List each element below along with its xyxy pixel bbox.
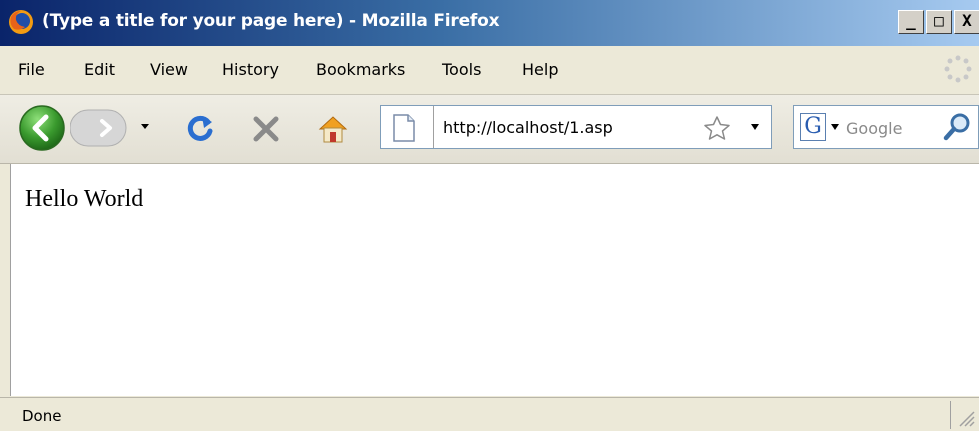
status-bar: Done bbox=[0, 397, 979, 431]
menu-edit[interactable]: Edit bbox=[84, 60, 115, 79]
history-dropdown-icon[interactable] bbox=[140, 121, 150, 131]
menu-file[interactable]: File bbox=[18, 60, 45, 79]
menu-help[interactable]: Help bbox=[522, 60, 558, 79]
search-input[interactable] bbox=[846, 118, 936, 138]
throbber-icon bbox=[944, 55, 972, 83]
menu-bar: File Edit View History Bookmarks Tools H… bbox=[0, 46, 979, 95]
back-button[interactable] bbox=[18, 104, 66, 152]
engine-dropdown-icon[interactable] bbox=[831, 124, 839, 130]
resize-grip-icon[interactable] bbox=[956, 406, 976, 428]
url-bar[interactable] bbox=[380, 105, 772, 149]
url-input[interactable] bbox=[443, 116, 693, 138]
status-separator bbox=[950, 401, 951, 429]
forward-button[interactable] bbox=[70, 109, 130, 147]
reload-button[interactable] bbox=[184, 113, 216, 145]
stop-icon bbox=[253, 116, 279, 142]
page-content: Hello World bbox=[10, 164, 979, 396]
minimize-button[interactable]: _ bbox=[898, 10, 924, 34]
navigation-toolbar: G bbox=[0, 95, 979, 164]
page-text: Hello World bbox=[25, 186, 144, 212]
menu-view[interactable]: View bbox=[150, 60, 188, 79]
menu-history[interactable]: History bbox=[222, 60, 279, 79]
window-title: (Type a title for your page here) - Mozi… bbox=[42, 11, 500, 31]
home-button[interactable] bbox=[316, 112, 350, 146]
stop-button[interactable] bbox=[250, 113, 282, 145]
url-separator bbox=[433, 106, 434, 148]
firefox-icon bbox=[9, 10, 33, 34]
url-dropdown-icon[interactable] bbox=[751, 124, 759, 130]
search-bar[interactable]: G bbox=[793, 105, 979, 149]
browser-window: (Type a title for your page here) - Mozi… bbox=[0, 0, 979, 431]
bookmark-star-icon[interactable] bbox=[703, 115, 731, 141]
menu-tools[interactable]: Tools bbox=[442, 60, 481, 79]
maximize-button[interactable]: □ bbox=[926, 10, 952, 34]
status-text: Done bbox=[22, 407, 62, 425]
title-bar: (Type a title for your page here) - Mozi… bbox=[0, 0, 979, 46]
page-icon bbox=[393, 114, 415, 142]
search-icon[interactable] bbox=[942, 112, 972, 142]
close-button[interactable]: X bbox=[954, 10, 979, 34]
menu-bookmarks[interactable]: Bookmarks bbox=[316, 60, 405, 79]
google-engine-icon[interactable]: G bbox=[800, 113, 826, 141]
